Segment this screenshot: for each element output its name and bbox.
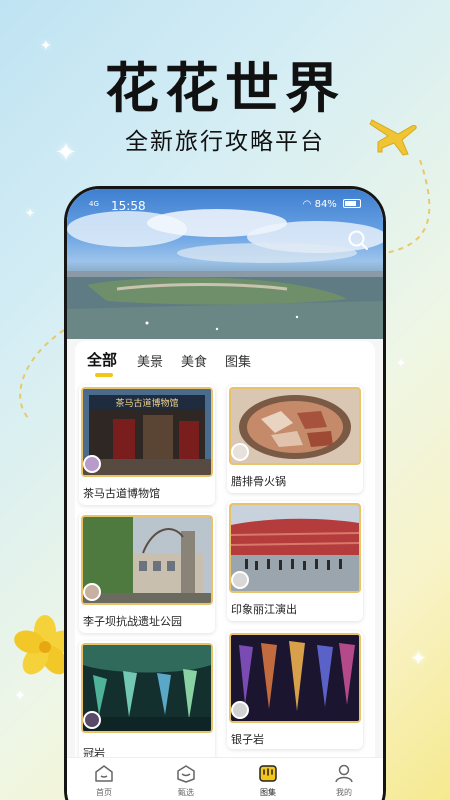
status-time: 15:58 — [111, 199, 146, 213]
sparkle-icon: ✦ — [410, 646, 427, 670]
nav-label: 图集 — [260, 788, 276, 797]
card-cured-ribs-hotpot[interactable]: 腊排骨火锅 — [227, 385, 363, 493]
card-tea-horse-museum[interactable]: 茶马古道博物馆 茶马古道博物馆 — [79, 385, 215, 505]
profile-icon — [335, 764, 353, 783]
nav-label: 我的 — [336, 788, 352, 797]
bottom-navigation: 首页 甄选 图集 我的 — [67, 757, 383, 800]
nav-label: 首页 — [96, 788, 112, 797]
tab-all[interactable]: 全部 — [87, 349, 117, 370]
avatar — [83, 583, 101, 601]
gallery-icon — [259, 765, 277, 782]
card-title: 腊排骨火锅 — [231, 475, 286, 488]
tab-gallery[interactable]: 图集 — [225, 351, 251, 370]
battery-percent: 84% — [314, 199, 337, 210]
avatar — [231, 701, 249, 719]
status-right: ◠ 84% — [303, 199, 361, 210]
hero-banner-image: 4G 15:58 ◠ 84% — [67, 189, 383, 339]
select-icon — [177, 765, 195, 783]
promo-subtitle: 全新旅行攻略平台 — [125, 129, 325, 155]
sparkle-icon: ✦ — [14, 688, 26, 704]
card-title: 印象丽江演出 — [231, 603, 297, 616]
home-icon — [95, 765, 113, 782]
card-impression-lijiang[interactable]: 印象丽江演出 — [227, 501, 363, 621]
card-title: 银子岩 — [231, 733, 264, 746]
wifi-icon: ◠ — [302, 199, 312, 210]
tab-scenery[interactable]: 美景 — [137, 351, 163, 370]
sparkle-icon: ✦ — [25, 206, 36, 220]
nav-select[interactable]: 甄选 — [161, 762, 211, 798]
content-panel: 全部 美景 美食 图集 茶马古道博物馆 茶马古道博物馆 腊排骨火锅 李子坝抗战遗… — [75, 341, 375, 761]
avatar — [231, 571, 249, 589]
nav-home[interactable]: 首页 — [79, 762, 129, 798]
nav-label: 甄选 — [178, 788, 194, 797]
nav-gallery[interactable]: 图集 — [243, 762, 293, 798]
card-liziba-park[interactable]: 李子坝抗战遗址公园 — [79, 513, 215, 633]
avatar — [83, 711, 101, 729]
avatar — [83, 455, 101, 473]
status-bar: 4G 15:58 ◠ 84% — [67, 197, 383, 217]
phone-frame: 4G 15:58 ◠ 84% 全部 美景 美食 图集 茶马古道博物馆 茶马古道博… — [64, 186, 386, 800]
promo-title: 花花世界 — [105, 57, 345, 120]
card-guanyan[interactable]: 冠岩 — [79, 641, 215, 761]
card-yinziyan[interactable]: 银子岩 — [227, 631, 363, 749]
museum-sign-text: 茶马古道博物馆 — [115, 397, 178, 409]
app-screen: 4G 15:58 ◠ 84% 全部 美景 美食 图集 茶马古道博物馆 茶马古道博… — [67, 189, 383, 800]
sparkle-icon: ✦ — [396, 356, 407, 370]
card-title: 茶马古道博物馆 — [83, 487, 160, 500]
avatar — [231, 443, 249, 461]
active-tab-indicator — [95, 373, 113, 377]
battery-icon — [343, 199, 361, 208]
nav-profile[interactable]: 我的 — [319, 762, 369, 798]
card-title: 李子坝抗战遗址公园 — [83, 615, 182, 628]
network-indicator: 4G — [89, 200, 99, 208]
search-icon[interactable] — [347, 229, 369, 251]
tab-food[interactable]: 美食 — [181, 351, 207, 370]
